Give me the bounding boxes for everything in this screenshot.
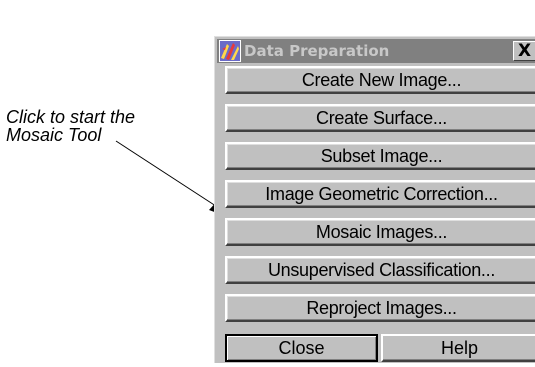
mosaic-images-button[interactable]: Mosaic Images... (225, 218, 535, 246)
subset-image-button[interactable]: Subset Image... (225, 142, 535, 170)
image-geometric-correction-button[interactable]: Image Geometric Correction... (225, 180, 535, 208)
help-button[interactable]: Help (381, 334, 535, 362)
close-button[interactable]: Close (225, 334, 378, 362)
title-bar[interactable]: Data Preparation X (217, 39, 535, 63)
window-close-button[interactable]: X (513, 41, 535, 61)
create-surface-button[interactable]: Create Surface... (225, 104, 535, 132)
create-new-image-button[interactable]: Create New Image... (225, 66, 535, 94)
unsupervised-classification-button[interactable]: Unsupervised Classification... (225, 256, 535, 284)
reproject-images-button[interactable]: Reproject Images... (225, 294, 535, 322)
window-title: Data Preparation (244, 42, 390, 60)
app-logo-icon (219, 40, 241, 62)
data-preparation-window: Data Preparation X Create New Image... C… (214, 36, 535, 363)
